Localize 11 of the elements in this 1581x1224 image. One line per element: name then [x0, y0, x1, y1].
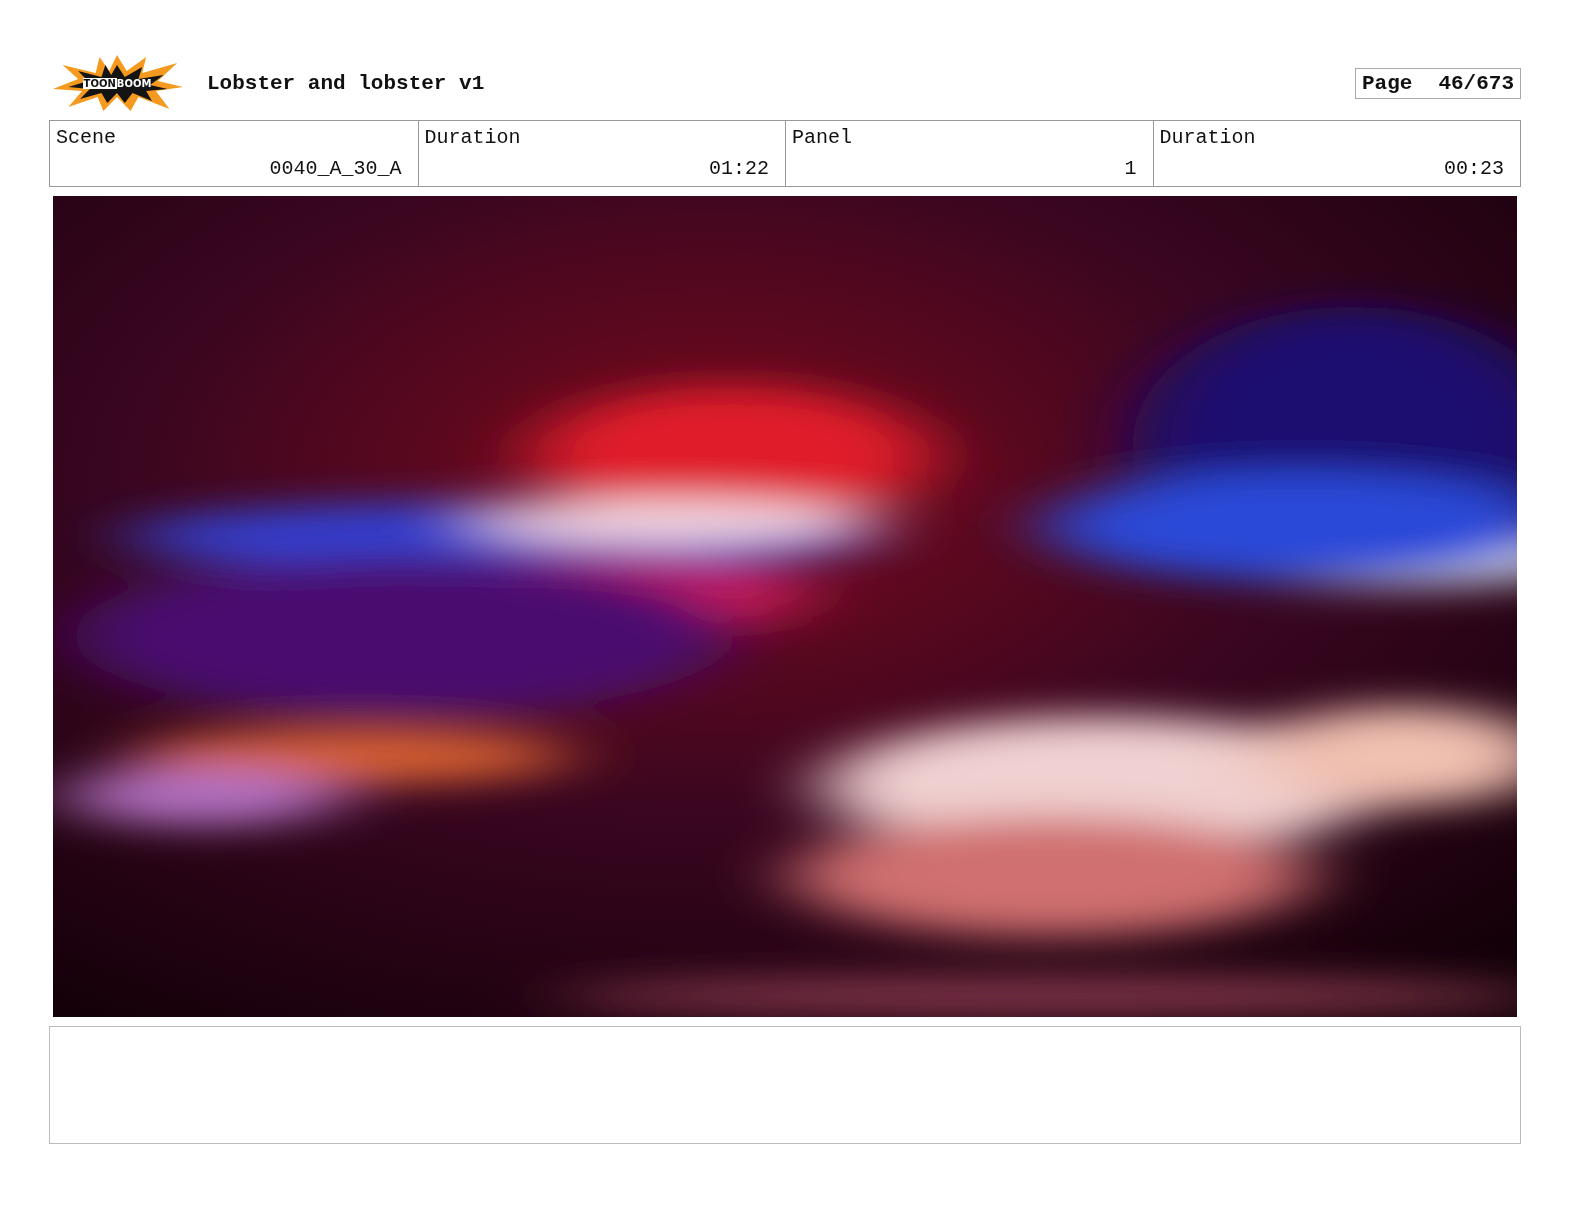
- field-label: Duration: [1159, 126, 1257, 149]
- page-label: Page: [1361, 71, 1413, 95]
- field-label: Duration: [424, 126, 522, 149]
- field-value: 01:22: [709, 157, 769, 180]
- field-value: 1: [1124, 157, 1137, 180]
- document-title: Lobster and lobster v1: [207, 71, 485, 95]
- field-label: Scene: [56, 126, 117, 149]
- field-value: 00:23: [1444, 157, 1504, 180]
- field-value: 0040_A_30_A: [269, 157, 402, 180]
- page-number: 46/673: [1438, 71, 1514, 95]
- field-label: Panel: [792, 126, 853, 149]
